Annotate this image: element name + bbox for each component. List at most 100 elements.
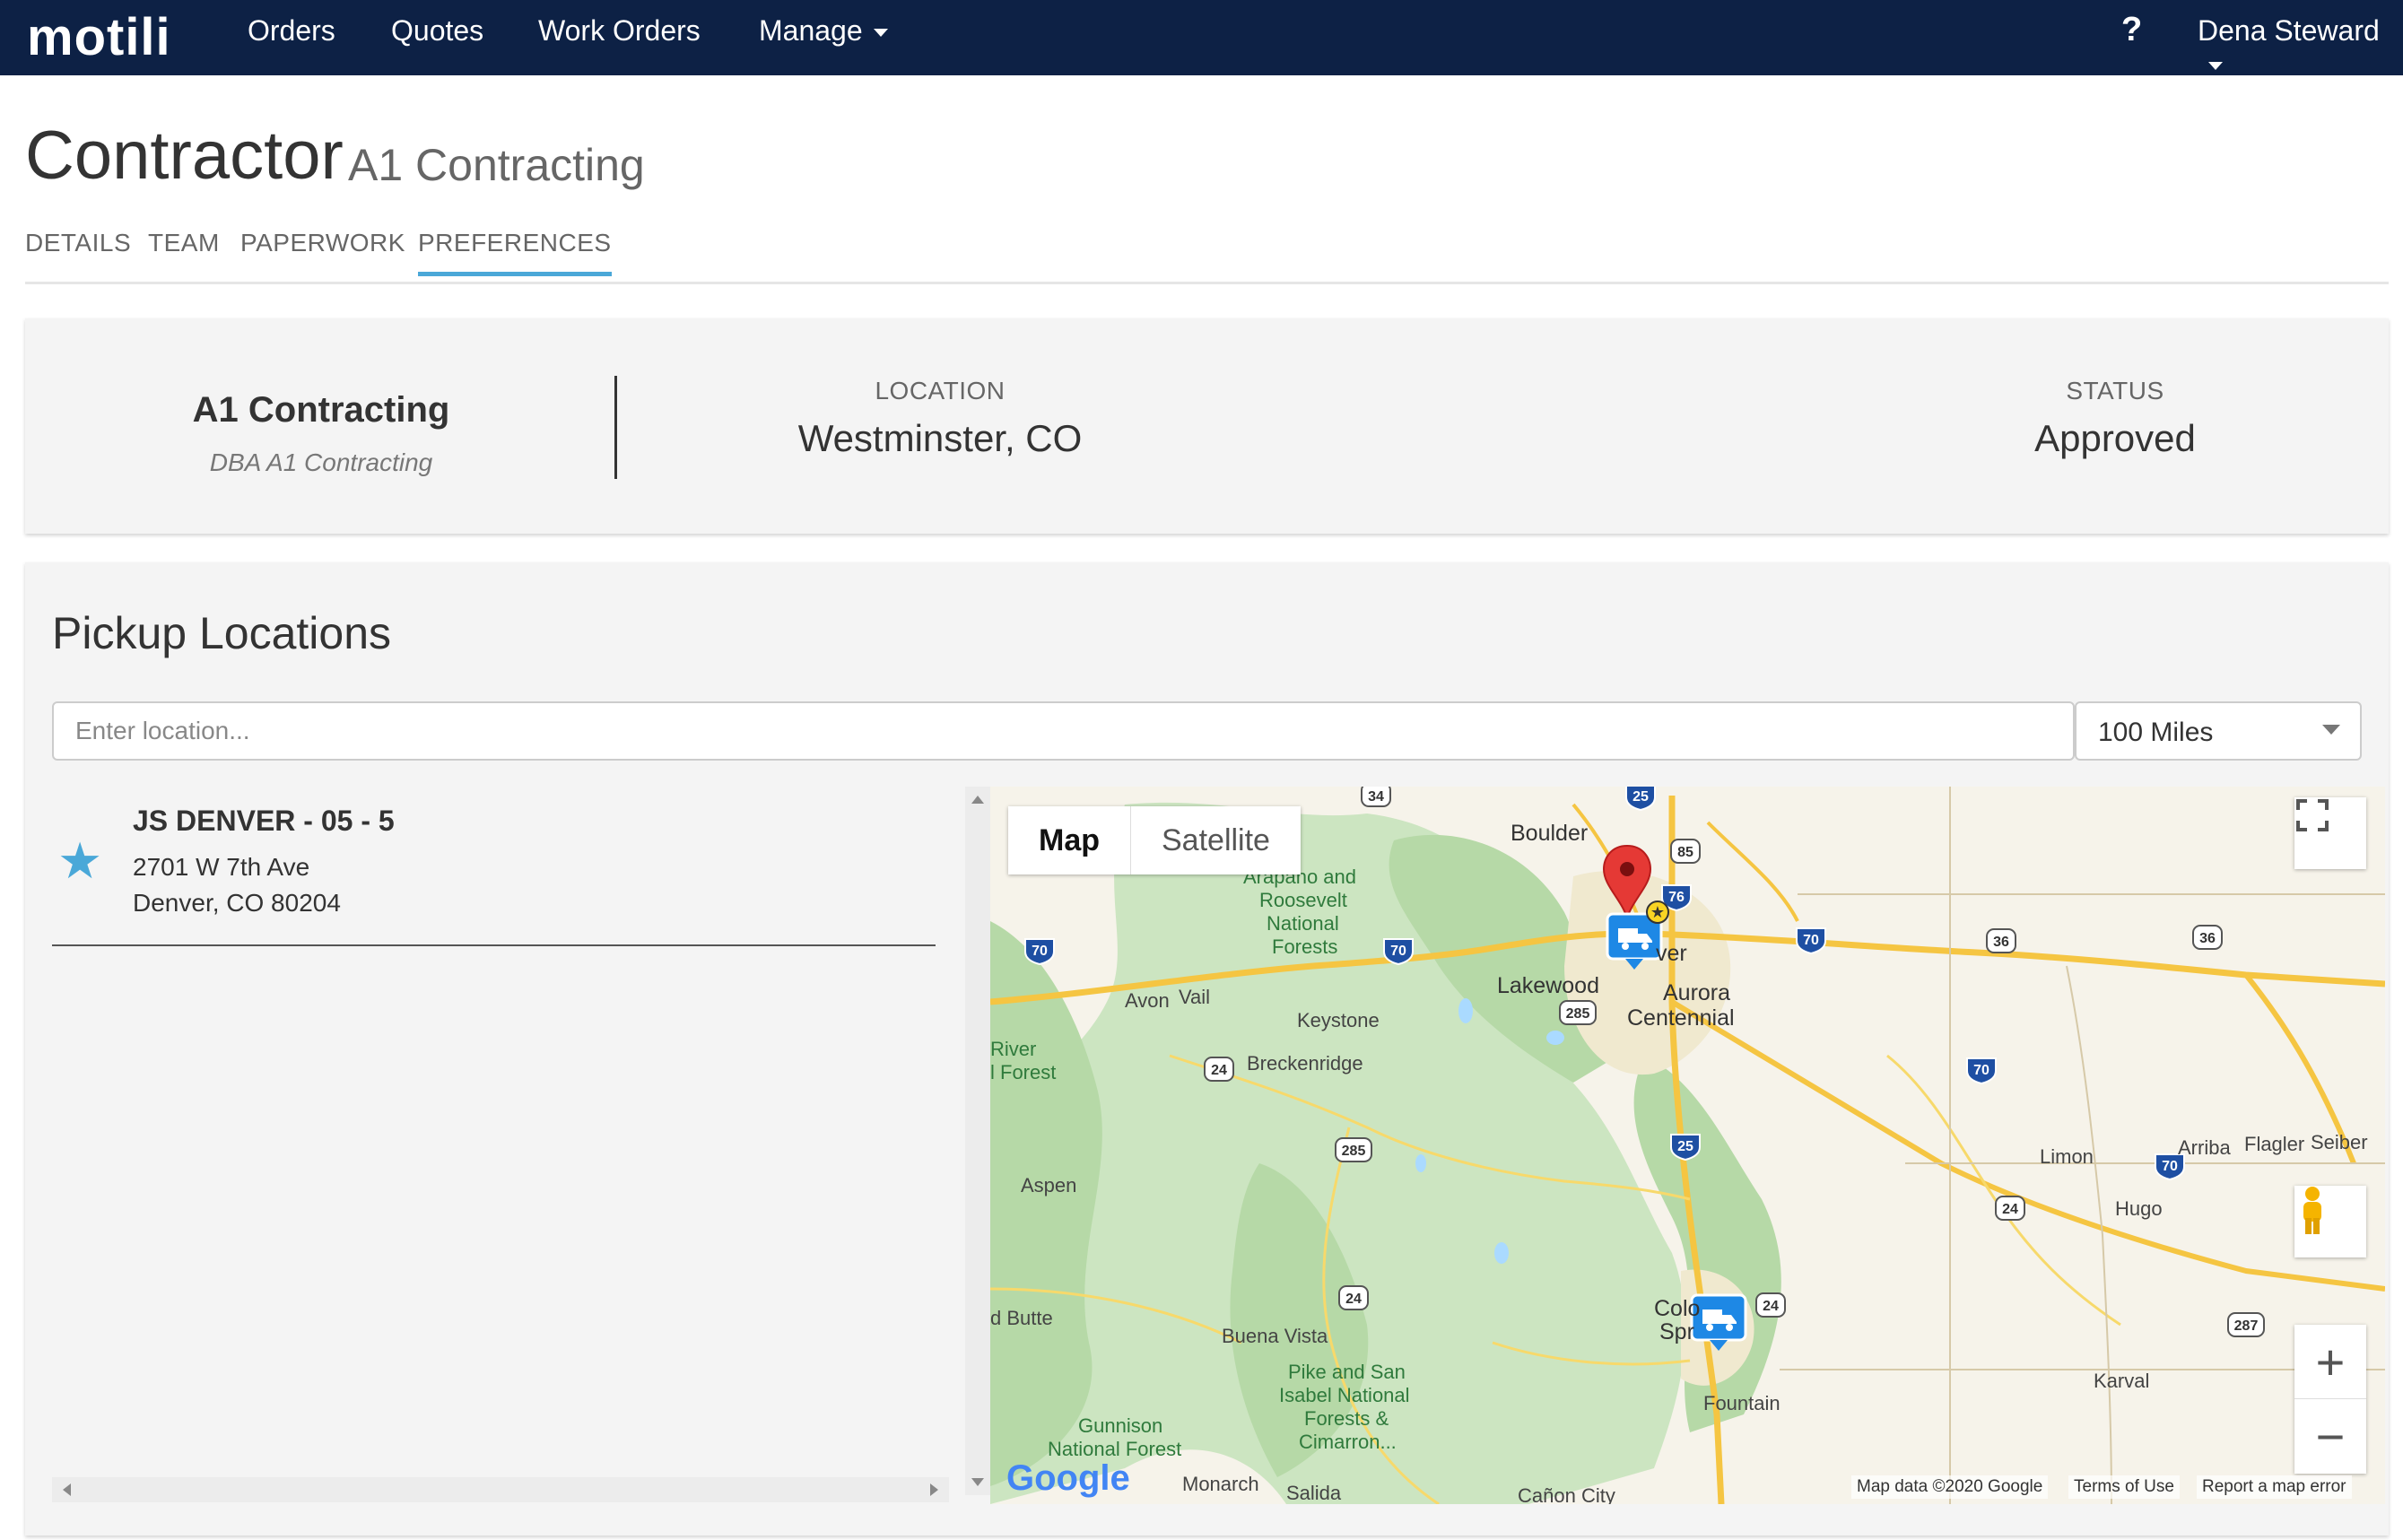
svg-text:70: 70	[1973, 1063, 1989, 1078]
page-subtitle: A1 Contracting	[348, 140, 645, 190]
report-map-error-link[interactable]: Report a map error	[2197, 1475, 2352, 1499]
motili-logo[interactable]: motili	[27, 7, 171, 67]
summary-divider	[614, 376, 617, 479]
map-label: Centennial	[1627, 1005, 1735, 1031]
arrow-left-icon[interactable]	[63, 1483, 71, 1496]
map-label: Aurora	[1663, 980, 1731, 1005]
tab-bar: DETAILS TEAM PAPERWORK PREFERENCES	[25, 229, 2389, 284]
arrow-down-icon[interactable]	[971, 1478, 984, 1486]
map-label: Boulder	[1511, 821, 1589, 846]
zoom-in-button[interactable]: +	[2294, 1326, 2366, 1399]
svg-text:24: 24	[1345, 1292, 1362, 1307]
chevron-down-icon	[2322, 725, 2340, 735]
map-type-satellite-button[interactable]: Satellite	[1131, 806, 1301, 874]
arrow-up-icon[interactable]	[971, 796, 984, 804]
svg-text:70: 70	[1032, 944, 1048, 959]
svg-text:24: 24	[1763, 1299, 1779, 1314]
fullscreen-button[interactable]	[2294, 797, 2366, 869]
tab-preferences[interactable]: PREFERENCES	[418, 229, 612, 276]
terms-of-use-link[interactable]: Terms of Use	[2068, 1475, 2180, 1499]
tab-team[interactable]: TEAM	[148, 229, 220, 272]
pickup-title: Pickup Locations	[52, 608, 392, 658]
contractor-name: A1 Contracting	[192, 390, 450, 430]
caret-down-icon	[2208, 62, 2223, 71]
map-label: Salida	[1286, 1482, 1342, 1504]
fullscreen-icon	[2296, 799, 2329, 831]
user-menu[interactable]: Dena Steward	[2198, 14, 2403, 81]
map-label: Arriba	[2178, 1136, 2231, 1159]
map-type-control: Map Satellite	[1008, 806, 1301, 874]
svg-text:70: 70	[1390, 944, 1406, 959]
svg-text:85: 85	[1677, 845, 1693, 860]
contractor-dba: DBA A1 Contracting	[209, 448, 433, 476]
location-search-input[interactable]	[52, 701, 2075, 761]
map-label: Flagler	[2244, 1133, 2305, 1155]
horizontal-scrollbar[interactable]	[52, 1477, 949, 1502]
map-label: Roosevelt	[1259, 889, 1347, 911]
svg-text:70: 70	[2162, 1159, 2178, 1174]
vertical-scrollbar[interactable]	[965, 787, 990, 1495]
map-label: Cimarron...	[1299, 1431, 1397, 1453]
star-icon[interactable]: ★	[57, 831, 102, 891]
map-view[interactable]: 34 25 85 76 70 70 70 36 36 24 285 285 70…	[990, 787, 2385, 1504]
google-logo-text: Google	[1006, 1458, 1130, 1498]
map-label: Spr	[1659, 1319, 1694, 1344]
user-name: Dena Steward	[2198, 14, 2380, 47]
page-title: Contractor	[25, 117, 344, 194]
svg-text:70: 70	[1803, 933, 1819, 948]
status-value: Approved	[2034, 417, 2196, 459]
tab-details[interactable]: DETAILS	[25, 229, 131, 272]
map-label: Monarch	[1182, 1473, 1259, 1495]
radius-value: 100 Miles	[2098, 718, 2214, 747]
svg-text:24: 24	[2002, 1202, 2018, 1217]
map-label: Keystone	[1297, 1009, 1380, 1031]
map-label: Karval	[2094, 1370, 2150, 1392]
zoom-out-button[interactable]: −	[2294, 1399, 2366, 1473]
map-label: Seiber	[2311, 1131, 2368, 1153]
map-data-credit: Map data ©2020 Google	[1851, 1475, 2049, 1499]
help-icon[interactable]: ?	[2121, 11, 2142, 49]
radius-select[interactable]: 100 Miles	[2075, 701, 2362, 761]
svg-text:24: 24	[1211, 1063, 1227, 1078]
map-label: l Forest	[990, 1061, 1057, 1083]
street-view-button[interactable]	[2294, 1186, 2366, 1257]
svg-text:285: 285	[1566, 1006, 1590, 1022]
map-label: Limon	[2040, 1145, 2094, 1168]
map-label: ver	[1656, 941, 1687, 966]
pickup-name: JS DENVER - 05 - 5	[133, 805, 395, 837]
map-label: Breckenridge	[1247, 1052, 1363, 1075]
map-label: Vail	[1179, 986, 1211, 1008]
arrow-right-icon[interactable]	[930, 1483, 938, 1496]
map-label: Isabel National	[1279, 1384, 1410, 1406]
shield-label: 34	[1368, 789, 1384, 805]
map-label: Colo	[1654, 1296, 1701, 1321]
nav-quotes[interactable]: Quotes	[391, 14, 483, 48]
top-navbar: motili Orders Quotes Work Orders Manage …	[0, 0, 2403, 75]
nav-manage[interactable]: Manage	[759, 14, 888, 48]
svg-text:76: 76	[1668, 890, 1685, 905]
zoom-control: + −	[2294, 1325, 2366, 1474]
svg-text:25: 25	[1632, 789, 1649, 805]
caret-down-icon	[873, 29, 888, 38]
map-label: Pike and San	[1288, 1361, 1406, 1383]
map-label: National	[1267, 912, 1339, 935]
map-type-map-button[interactable]: Map	[1008, 806, 1131, 874]
location-value: Westminster, CO	[797, 417, 1083, 459]
svg-text:★: ★	[1650, 903, 1665, 922]
nav-manage-label: Manage	[759, 14, 863, 47]
svg-text:36: 36	[1993, 935, 2009, 950]
map-base: 34 25 85 76 70 70 70 36 36 24 285 285 70…	[990, 787, 2385, 1504]
nav-work-orders[interactable]: Work Orders	[538, 14, 701, 48]
pickup-list: ★ JS DENVER - 05 - 5 2701 W 7th Ave Denv…	[52, 778, 962, 1522]
svg-text:285: 285	[1342, 1144, 1366, 1159]
map-label: Forests	[1272, 935, 1338, 958]
map-label: Cañon City	[1518, 1484, 1615, 1504]
google-logo[interactable]: Google	[1006, 1458, 1130, 1499]
contractor-summary-card: A1 Contracting DBA A1 Contracting LOCATI…	[25, 318, 2389, 534]
list-item[interactable]: ★ JS DENVER - 05 - 5 2701 W 7th Ave Denv…	[52, 778, 936, 946]
svg-text:25: 25	[1677, 1139, 1693, 1154]
map-label: Lakewood	[1497, 973, 1599, 998]
nav-orders[interactable]: Orders	[248, 14, 335, 48]
map-label: Fountain	[1703, 1392, 1780, 1414]
tab-paperwork[interactable]: PAPERWORK	[240, 229, 405, 272]
